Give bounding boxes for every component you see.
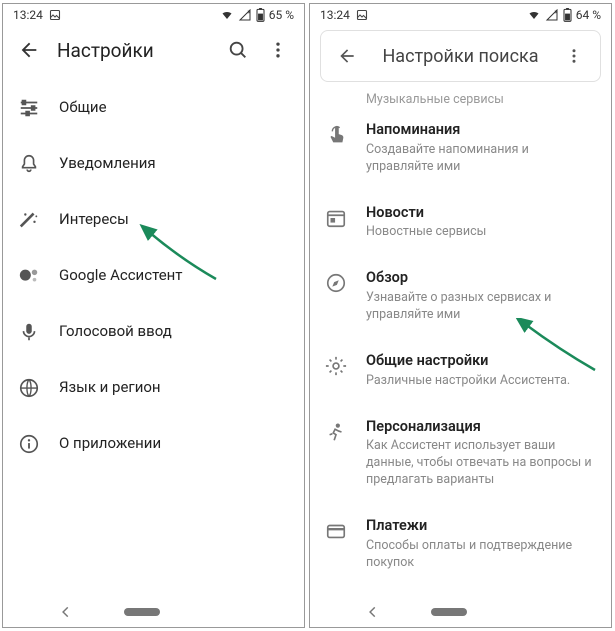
item-label: Google Ассистент [59, 266, 290, 286]
status-bar: 13:24 x 64 % [310, 4, 611, 26]
item-title: Обзор [366, 269, 597, 288]
person-run-icon [324, 420, 348, 444]
wifi-icon [220, 9, 234, 21]
bell-outline-icon [17, 152, 41, 176]
item-subtitle: Создавайте напоминания и управляйте ими [366, 142, 597, 176]
settings-item-language[interactable]: Язык и регион [3, 360, 304, 416]
svg-text:x: x [554, 10, 557, 16]
clock: 13:24 [320, 8, 350, 22]
search-button[interactable] [218, 30, 258, 70]
page-title: Настройки поиска [367, 46, 554, 67]
partial-prev-item-subtitle: Музыкальные сервисы [310, 88, 611, 107]
nav-home-button[interactable] [431, 608, 467, 616]
item-subtitle: Способы оплаты и подтверждение покупок [366, 538, 597, 572]
item-title: Платежи [366, 517, 597, 536]
wand-icon [17, 208, 41, 232]
item-title: Напоминания [366, 121, 597, 140]
wifi-icon [527, 9, 541, 21]
toolbar: Настройки поиска [320, 30, 601, 82]
settings-item-weather[interactable]: Погода Единицы измерения температуры [310, 586, 611, 597]
settings-item-about[interactable]: О приложении [3, 416, 304, 472]
battery-icon [256, 8, 265, 22]
page-title: Настройки [49, 39, 218, 62]
settings-item-reminders[interactable]: Напоминания Создавайте напоминания и упр… [310, 107, 611, 190]
item-title: Новости [366, 204, 597, 223]
nav-back-button[interactable] [366, 605, 380, 619]
today-icon [324, 206, 348, 230]
settings-item-voice[interactable]: Голосовой ввод [3, 304, 304, 360]
picture-icon [356, 9, 368, 21]
svg-text:x: x [247, 10, 250, 16]
settings-item-news[interactable]: Новости Новостные сервисы [310, 190, 611, 256]
tune-icon [17, 96, 41, 120]
settings-item-notifications[interactable]: Уведомления [3, 136, 304, 192]
item-label: О приложении [59, 434, 290, 454]
nav-bar [310, 597, 611, 627]
item-label: Голосовой ввод [59, 322, 290, 342]
settings-item-assistant[interactable]: Google Ассистент [3, 248, 304, 304]
battery-percent: 64 % [576, 8, 601, 22]
overflow-button[interactable] [258, 30, 298, 70]
status-bar: 13:24 x 65 % [3, 4, 304, 26]
item-subtitle: Узнавайте о разных сервисах и управляйте… [366, 290, 597, 324]
signal-icon: x [238, 9, 252, 21]
settings-list: Музыкальные сервисы Напоминания Создавай… [310, 82, 611, 597]
right-phone: 13:24 x 64 % Настройки поиска Му [309, 3, 612, 628]
settings-item-interests[interactable]: Интересы [3, 192, 304, 248]
nav-home-button[interactable] [124, 608, 160, 616]
settings-item-general[interactable]: Общие настройки Различные настройки Асси… [310, 338, 611, 404]
compass-icon [324, 271, 348, 295]
clock: 13:24 [13, 8, 43, 22]
settings-item-personalization[interactable]: Персонализация Как Ассистент использует … [310, 404, 611, 503]
item-title: Персонализация [366, 418, 597, 437]
overflow-button[interactable] [554, 36, 594, 76]
item-title: Общие настройки [366, 352, 597, 371]
item-subtitle: Различные настройки Ассистента. [366, 373, 597, 390]
battery-percent: 65 % [269, 8, 294, 22]
globe-icon [17, 376, 41, 400]
item-subtitle: Новостные сервисы [366, 224, 597, 241]
item-subtitle: Как Ассистент использует ваши данные, чт… [366, 438, 597, 489]
signal-icon: x [545, 9, 559, 21]
settings-item-general[interactable]: Общие [3, 80, 304, 136]
battery-icon [563, 8, 572, 22]
picture-icon [49, 9, 61, 21]
item-label: Интересы [59, 210, 290, 230]
settings-item-overview[interactable]: Обзор Узнавайте о разных сервисах и упра… [310, 255, 611, 338]
back-button[interactable] [9, 30, 49, 70]
back-button[interactable] [327, 36, 367, 76]
left-phone: 13:24 x 65 % Настройки [2, 3, 305, 628]
nav-bar [3, 597, 304, 627]
card-icon [324, 519, 348, 543]
touch-icon [324, 123, 348, 147]
settings-item-payments[interactable]: Платежи Способы оплаты и подтверждение п… [310, 503, 611, 586]
toolbar: Настройки [3, 26, 304, 74]
item-label: Язык и регион [59, 378, 290, 398]
gear-icon [324, 354, 348, 378]
item-label: Уведомления [59, 154, 290, 174]
mic-icon [17, 320, 41, 344]
settings-list: Общие Уведомления Интересы Google Ассист… [3, 74, 304, 597]
assistant-icon [17, 264, 41, 288]
info-icon [17, 432, 41, 456]
nav-back-button[interactable] [59, 605, 73, 619]
item-label: Общие [59, 98, 290, 118]
